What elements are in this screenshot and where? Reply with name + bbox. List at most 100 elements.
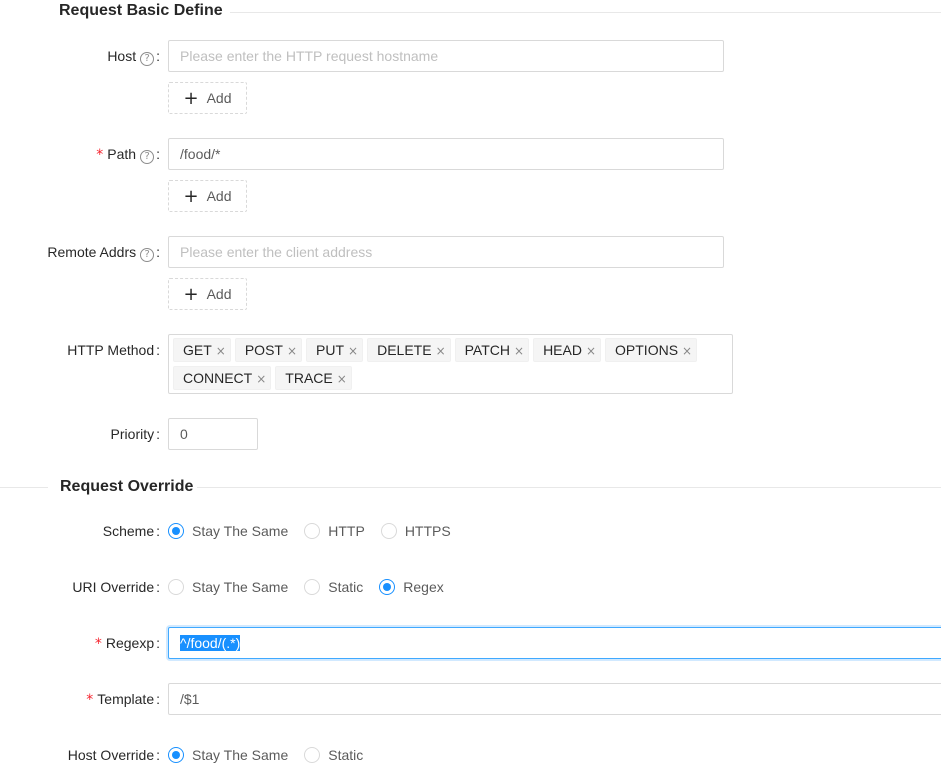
close-icon[interactable]: ×: [348, 344, 358, 358]
method-tag-put: PUT ×: [306, 338, 364, 362]
close-icon[interactable]: ×: [514, 344, 524, 358]
priority-input-value: 0: [180, 426, 188, 442]
close-icon[interactable]: ×: [682, 344, 692, 358]
scheme-radio-group: Stay The Same HTTP HTTPS: [168, 515, 467, 547]
priority-input[interactable]: 0: [168, 418, 258, 450]
method-tag-delete: DELETE ×: [367, 338, 451, 362]
label-colon: :: [156, 244, 160, 260]
host-input[interactable]: Please enter the HTTP request hostname: [168, 40, 724, 72]
radio-checked-icon: [379, 579, 396, 595]
path-input-value: /food/*: [180, 146, 221, 162]
required-mark: *: [94, 636, 102, 652]
regexp-label-text: Regexp: [105, 635, 155, 651]
remote-addrs-placeholder: Please enter the client address: [180, 244, 373, 260]
method-tag-connect: CONNECT ×: [173, 366, 272, 390]
label-colon: :: [156, 48, 160, 64]
remote-addrs-input[interactable]: Please enter the client address: [168, 236, 724, 268]
method-tag-head: HEAD ×: [533, 338, 602, 362]
radio-unchecked-icon: [380, 523, 397, 539]
remote-addrs-label-text: Remote Addrs: [47, 244, 137, 260]
uri-radio-static[interactable]: Static: [304, 571, 363, 603]
radio-unchecked-icon: [304, 523, 321, 539]
route-form: Request Basic Define Host?: Please enter…: [0, 0, 941, 775]
method-tag-trace: TRACE ×: [275, 366, 352, 390]
uri-radio-regex[interactable]: Regex: [379, 571, 444, 603]
host-add-button[interactable]: + Add: [168, 82, 247, 114]
required-mark: *: [86, 692, 94, 708]
help-icon[interactable]: ?: [140, 52, 155, 66]
method-tag-get: GET ×: [173, 338, 231, 362]
http-method-select[interactable]: GET × POST × PUT × DELETE × PATCH × HEAD × OPTIONS ×C…: [168, 334, 733, 394]
scheme-radio-http[interactable]: HTTP: [304, 515, 365, 547]
http-method-label-text: HTTP Method: [67, 342, 155, 358]
close-icon[interactable]: ×: [436, 344, 446, 358]
close-icon[interactable]: ×: [337, 372, 347, 386]
tag-label: DELETE: [377, 342, 432, 358]
uri-override-label-text: URI Override: [72, 579, 155, 595]
radio-checked-icon: [168, 747, 184, 763]
remote-addrs-add-label: Add: [206, 286, 232, 302]
help-icon[interactable]: ?: [140, 150, 155, 164]
template-label: * Template:: [86, 683, 160, 715]
required-mark: *: [96, 147, 104, 163]
radio-label: Static: [328, 747, 364, 763]
host-override-label: Host Override:: [68, 739, 160, 771]
radio-label: HTTP: [328, 523, 365, 539]
tag-label: GET: [183, 342, 212, 358]
radio-unchecked-icon: [304, 579, 321, 595]
help-icon[interactable]: ?: [140, 248, 155, 262]
label-colon: :: [156, 523, 160, 539]
host-input-placeholder: Please enter the HTTP request hostname: [180, 48, 439, 64]
http-method-label: HTTP Method:: [67, 334, 160, 366]
label-colon: :: [156, 426, 160, 442]
regexp-input-value: ^/food/(.*): [180, 635, 241, 651]
section-title-request-basic: Request Basic Define: [59, 2, 223, 19]
scheme-label-text: Scheme: [102, 523, 155, 539]
priority-label: Priority:: [111, 418, 160, 450]
tag-label: PATCH: [464, 342, 510, 358]
label-colon: :: [156, 747, 160, 763]
section-divider: [0, 487, 48, 488]
method-tag-options: OPTIONS ×: [605, 338, 698, 362]
scheme-radio-https[interactable]: HTTPS: [380, 515, 451, 547]
path-label-text: Path: [107, 146, 137, 162]
host-label: Host?:: [107, 40, 160, 72]
tag-label: TRACE: [285, 370, 333, 386]
regexp-input[interactable]: ^/food/(.*): [168, 627, 941, 659]
close-icon[interactable]: ×: [256, 372, 266, 386]
template-label-text: Template: [97, 691, 155, 707]
plus-icon: +: [183, 186, 199, 207]
close-icon[interactable]: ×: [287, 344, 297, 358]
priority-label-text: Priority: [110, 426, 155, 442]
radio-label: Stay The Same: [192, 579, 289, 595]
scheme-label: Scheme:: [103, 515, 160, 547]
remote-addrs-label: Remote Addrs?:: [47, 236, 160, 268]
section-title-request-override: Request Override: [60, 478, 194, 495]
close-icon[interactable]: ×: [216, 344, 226, 358]
radio-unchecked-icon: [304, 747, 321, 763]
template-input[interactable]: /$1: [168, 683, 941, 715]
scheme-radio-stay-the-same[interactable]: Stay The Same: [168, 515, 288, 547]
host-override-radio-group: Stay The Same Static: [168, 739, 379, 771]
remote-addrs-add-button[interactable]: + Add: [168, 278, 247, 310]
label-colon: :: [156, 635, 160, 651]
host-override-radio-stay-the-same[interactable]: Stay The Same: [168, 739, 288, 771]
plus-icon: +: [183, 284, 199, 305]
close-icon[interactable]: ×: [586, 344, 596, 358]
label-colon: :: [156, 691, 160, 707]
radio-unchecked-icon: [168, 579, 184, 595]
tag-label: OPTIONS: [615, 342, 679, 358]
radio-label: Static: [328, 579, 364, 595]
plus-icon: +: [183, 88, 199, 109]
host-override-radio-static[interactable]: Static: [304, 739, 363, 771]
tag-label: HEAD: [543, 342, 582, 358]
tag-label: POST: [244, 342, 283, 358]
label-colon: :: [156, 146, 160, 162]
path-add-button[interactable]: + Add: [168, 180, 247, 212]
label-colon: :: [156, 342, 160, 358]
radio-label: Stay The Same: [192, 523, 289, 539]
tag-label: CONNECT: [183, 370, 253, 386]
path-input[interactable]: /food/*: [168, 138, 724, 170]
path-add-label: Add: [206, 188, 232, 204]
uri-radio-stay-the-same[interactable]: Stay The Same: [168, 571, 288, 603]
